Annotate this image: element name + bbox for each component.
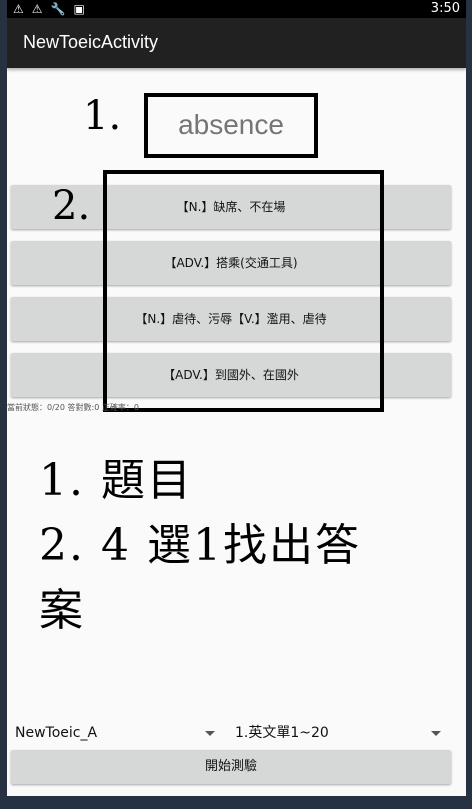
status-icons: ⚠ ⚠ 🔧 ▣ — [13, 1, 85, 17]
quiz-status-text: 當前狀態：0/20 答對數:0 正確率：0 — [7, 403, 139, 412]
dropdown-arrow-icon — [431, 731, 441, 736]
unit-spinner[interactable]: 1.英文單1~20 — [235, 721, 441, 745]
annotation-label-1: 1. — [83, 93, 122, 139]
warning-icon: ⚠ — [31, 2, 43, 16]
set-spinner-value: NewToeic_A — [15, 725, 98, 741]
option-button-2[interactable]: 【ADV.】搭乘(交通工具) — [11, 241, 451, 285]
set-spinner[interactable]: NewToeic_A — [15, 721, 215, 745]
annotation-label-2: 2. — [52, 183, 91, 229]
wrench-icon: 🔧 — [50, 2, 66, 16]
option-button-4[interactable]: 【ADV.】到國外、在國外 — [11, 353, 451, 397]
app-screen: ⚠ ⚠ 🔧 ▣ 3:50 NewToeicActivity 1. absence… — [7, 0, 466, 796]
annotation-instructions: 1. 題目 2. 4 選1找出答 案 — [39, 448, 399, 643]
question-word: absence — [178, 109, 284, 140]
option-button-3[interactable]: 【N.】虐待、污辱【V.】濫用、虐待 — [11, 297, 451, 341]
status-bar: ⚠ ⚠ 🔧 ▣ 3:50 — [7, 0, 466, 18]
app-bar: NewToeicActivity — [7, 18, 466, 68]
sim-card-icon: ▣ — [73, 2, 85, 16]
start-quiz-button[interactable]: 開始測驗 — [11, 750, 451, 784]
unit-spinner-value: 1.英文單1~20 — [235, 725, 329, 741]
question-word-box: absence — [144, 93, 318, 158]
instruction-line-3: 案 — [39, 585, 85, 636]
dropdown-arrow-icon — [205, 731, 215, 736]
app-title: NewToeicActivity — [23, 32, 159, 52]
instruction-line-1: 1. 題目 — [39, 455, 193, 506]
warning-icon: ⚠ — [13, 2, 24, 16]
status-time: 3:50 — [430, 1, 460, 16]
instruction-line-2: 2. 4 選1找出答 — [39, 520, 361, 571]
